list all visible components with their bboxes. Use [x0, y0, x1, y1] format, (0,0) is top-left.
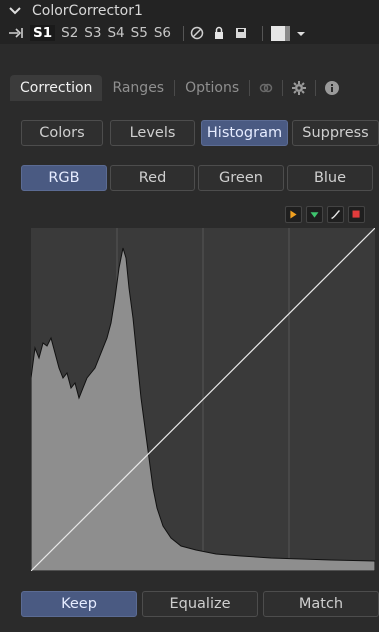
mode-histogram-button[interactable]: Histogram	[201, 120, 288, 146]
mode-levels-button[interactable]: Levels	[110, 120, 195, 146]
color-swatch-white[interactable]	[270, 25, 285, 41]
slot-s2[interactable]: S2	[61, 25, 78, 41]
channel-red-button[interactable]: Red	[110, 165, 195, 191]
pin-icon[interactable]	[8, 26, 24, 40]
mode-suppress-button[interactable]: Suppress	[292, 120, 379, 146]
gear-icon[interactable]	[291, 80, 307, 96]
slot-s4[interactable]: S4	[107, 25, 124, 41]
swatch-dropdown-icon[interactable]	[294, 26, 308, 40]
lock-icon[interactable]	[212, 26, 226, 40]
slot-s5[interactable]: S5	[131, 25, 148, 41]
tab-divider	[249, 80, 251, 96]
tab-correction[interactable]: Correction	[10, 75, 103, 101]
channel-blue-button[interactable]: Blue	[287, 165, 373, 191]
title-row: ColorCorrector1	[0, 0, 379, 22]
match-button[interactable]: Match	[263, 591, 379, 617]
tab-ranges[interactable]: Ranges	[102, 75, 174, 101]
tool-title[interactable]: ColorCorrector1	[32, 3, 143, 19]
disable-icon[interactable]	[190, 26, 204, 40]
channel-green-button[interactable]: Green	[198, 165, 284, 191]
save-icon[interactable]	[234, 26, 248, 40]
slot-s3[interactable]: S3	[84, 25, 101, 41]
mode-colors-button[interactable]: Colors	[21, 120, 103, 146]
divider	[182, 25, 184, 41]
chevron-down-icon[interactable]	[8, 4, 22, 18]
info-icon[interactable]	[324, 80, 340, 96]
channel-selector: RGB Red Green Blue	[21, 165, 379, 193]
keep-button[interactable]: Keep	[21, 591, 137, 617]
histogram-view[interactable]	[31, 228, 375, 571]
histogram-mode-selector: Keep Equalize Match	[21, 591, 379, 619]
slot-s1[interactable]: S1	[30, 25, 56, 41]
play-orange-icon[interactable]	[285, 206, 302, 223]
slot-s6[interactable]: S6	[154, 25, 171, 41]
equalize-button[interactable]: Equalize	[142, 591, 258, 617]
down-arrow-green-icon[interactable]	[306, 206, 323, 223]
divider	[261, 25, 263, 41]
mode-selector: Colors Levels Histogram Suppress	[21, 120, 379, 148]
stop-red-icon[interactable]	[348, 206, 365, 223]
histogram-plot[interactable]	[31, 228, 375, 571]
link-icon[interactable]	[258, 80, 274, 96]
version-slot-row: S1 S2 S3 S4 S5 S6	[0, 22, 379, 44]
tab-bar: Correction Ranges Options	[0, 74, 379, 102]
tab-divider	[315, 80, 317, 96]
curve-icon[interactable]	[327, 206, 344, 223]
tool-header: ColorCorrector1 S1 S2 S3 S4 S5 S6	[0, 0, 379, 44]
tab-divider	[282, 80, 284, 96]
channel-rgb-button[interactable]: RGB	[21, 165, 107, 191]
tab-options[interactable]: Options	[175, 75, 249, 101]
color-swatch-gray[interactable]	[284, 25, 290, 41]
